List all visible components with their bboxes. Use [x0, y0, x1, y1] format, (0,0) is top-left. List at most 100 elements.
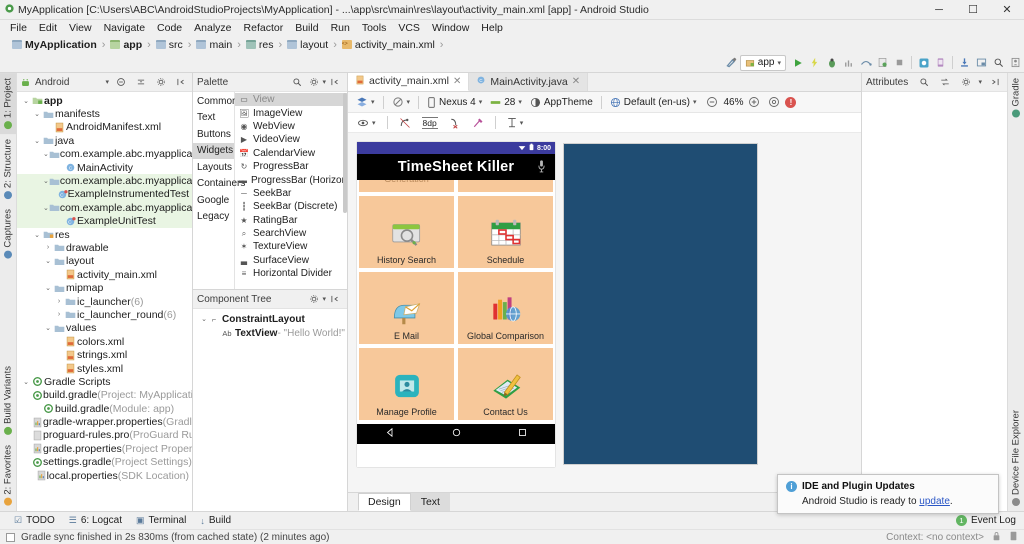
search-icon[interactable] [990, 54, 1007, 71]
tree-node-gradle-wrapper-properties[interactable]: gradle-wrapper.properties (Gradle Ver [17, 415, 192, 428]
tree-node-ic-launcher-round[interactable]: › ic_launcher_round (6) [17, 308, 192, 321]
tool-tab-2--favorites[interactable]: 2: Favorites [0, 440, 16, 511]
apply-changes-icon[interactable] [806, 54, 823, 71]
breadcrumb-item-app[interactable]: app [110, 39, 142, 51]
tree-node-styles-xml[interactable]: styles.xml [17, 362, 192, 375]
chevron-down-icon[interactable]: ⌄ [32, 231, 42, 239]
device-selector[interactable]: Nexus 4 ▾ [424, 96, 485, 109]
run-icon[interactable] [789, 54, 806, 71]
search-icon[interactable] [915, 74, 932, 91]
palette-item-seekbar--discrete-[interactable]: ┇ SeekBar (Discrete) [235, 200, 347, 213]
tree-node-colors-xml[interactable]: colors.xml [17, 335, 192, 348]
editor-tab-mainactivity-java[interactable]: C MainActivity.java ✕ [469, 72, 589, 91]
close-button[interactable]: ✕ [990, 0, 1024, 20]
theme-selector[interactable]: AppTheme [527, 96, 596, 109]
palette-item-surfaceview[interactable]: ▃ SurfaceView [235, 254, 347, 267]
tool-window-terminal[interactable]: ▣ Terminal [136, 515, 186, 526]
tree-node-mipmap[interactable]: ⌄ mipmap [17, 281, 192, 294]
palette-item-view[interactable]: ▭ View [235, 93, 347, 107]
profile-icon[interactable] [840, 54, 857, 71]
autoconnect-icon[interactable] [396, 116, 414, 130]
close-icon[interactable]: ✕ [453, 76, 461, 87]
tree-node-gradle-scripts[interactable]: ⌄ Gradle Scripts [17, 375, 192, 388]
breadcrumb-item-myapplication[interactable]: MyApplication [12, 39, 97, 51]
tree-node-local-properties[interactable]: local.properties (SDK Location) [17, 469, 192, 482]
palette-item-horizontal-divider[interactable]: ≡ Horizontal Divider [235, 267, 347, 280]
component-tree-row-constraintlayout[interactable]: ⌄ ⌐ ConstraintLayout [193, 312, 347, 326]
palette-item-textureview[interactable]: ✶ TextureView [235, 240, 347, 253]
palette-item-progressbar--horizon--[interactable]: ▬ ProgressBar (Horizon.. [235, 173, 347, 186]
sync-gradle-icon[interactable] [956, 54, 973, 71]
attach-debugger-icon[interactable] [857, 54, 874, 71]
project-view-selector[interactable]: Android [20, 77, 102, 88]
locale-selector[interactable]: Default (en-us) ▾ [607, 96, 700, 109]
preview-tile-generation[interactable]: Generation [359, 180, 454, 192]
breadcrumb-item-layout[interactable]: layout [287, 39, 328, 51]
collapse-all-icon[interactable] [112, 74, 129, 91]
run-configuration-selector[interactable]: app ▾ [739, 54, 786, 71]
breadcrumb-item-res[interactable]: res [245, 39, 273, 51]
preview-tile-global-comparison[interactable]: Global Comparison [458, 272, 553, 344]
chevron-down-icon[interactable]: ⌄ [43, 257, 53, 265]
palette-category-common[interactable]: Common [193, 93, 238, 110]
tree-node-java[interactable]: ⌄ java [17, 134, 192, 147]
preview-tile-schedule[interactable]: Schedule [458, 196, 553, 268]
layout-inspector-icon[interactable] [973, 54, 990, 71]
tree-node-manifests[interactable]: ⌄ manifests [17, 107, 192, 120]
expand-icon[interactable] [132, 74, 149, 91]
event-log-button[interactable]: 1 Event Log [955, 515, 1024, 526]
chevron-down-icon[interactable]: ⌄ [32, 110, 42, 118]
tool-window-6--logcat[interactable]: ☰ 6: Logcat [69, 515, 122, 526]
toggle-view-icon[interactable] [936, 74, 953, 91]
notification-popup[interactable]: i IDE and Plugin Updates Android Studio … [777, 474, 999, 514]
menu-item-edit[interactable]: Edit [33, 22, 63, 34]
update-link[interactable]: update [919, 496, 950, 507]
tool-tab-device-file-explorer[interactable]: Device File Explorer [1008, 405, 1024, 511]
menu-item-window[interactable]: Window [426, 22, 475, 34]
tool-tab-2--structure[interactable]: 2: Structure [0, 134, 16, 204]
component-tree-row-textview[interactable]: Ab TextView - "Hello World!" [193, 326, 347, 340]
tool-tab-gradle[interactable]: Gradle [1008, 73, 1024, 123]
zoom-in-button[interactable] [745, 95, 763, 109]
stop-icon[interactable] [891, 54, 908, 71]
clear-constraints-icon[interactable] [446, 116, 464, 130]
tool-tab-build-variants[interactable]: Build Variants [0, 361, 16, 440]
preview-tile-history-search[interactable]: History Search [359, 196, 454, 268]
sdk-manager-icon[interactable] [915, 54, 932, 71]
palette-category-legacy[interactable]: Legacy [193, 209, 234, 226]
chevron-down-icon[interactable]: ⌄ [43, 324, 53, 332]
palette-item-seekbar[interactable]: ─ SeekBar [235, 187, 347, 200]
settings-gear-icon[interactable] [305, 74, 322, 91]
chevron-down-icon[interactable]: ⌄ [21, 378, 31, 386]
menu-item-analyze[interactable]: Analyze [188, 22, 237, 34]
breadcrumb-item-main[interactable]: main [196, 39, 232, 51]
chevron-down-icon[interactable]: ⌄ [199, 315, 209, 323]
tree-node-androidmanifest-xml[interactable]: AndroidManifest.xml [17, 121, 192, 134]
tree-node-values[interactable]: ⌄ values [17, 322, 192, 335]
debug-icon[interactable] [823, 54, 840, 71]
palette-category-text[interactable]: Text [193, 110, 234, 127]
maximize-button[interactable]: ☐ [956, 0, 990, 20]
tree-node-com-example-abc-myapplication[interactable]: ⌄com.example.abc.myapplication (t [17, 201, 192, 215]
palette-item-progressbar[interactable]: ↻ ProgressBar [235, 160, 347, 173]
hide-icon[interactable] [326, 74, 343, 91]
collapse-icon[interactable] [986, 74, 1003, 91]
palette-category-buttons[interactable]: Buttons [193, 126, 234, 143]
menu-item-tools[interactable]: Tools [356, 22, 393, 34]
tree-node-exampleunittest[interactable]: C ExampleUnitTest [17, 214, 192, 228]
editor-tab-activity-main-xml[interactable]: activity_main.xml ✕ [348, 72, 470, 91]
settings-gear-icon[interactable] [305, 291, 322, 308]
chevron-down-icon[interactable]: ▾ [105, 78, 109, 86]
chevron-down-icon[interactable]: ⌄ [32, 137, 42, 145]
preview-tile-clipped[interactable] [458, 180, 553, 192]
hide-icon[interactable] [172, 74, 189, 91]
default-margin-selector[interactable]: 8dp [419, 116, 441, 130]
profiler-icon[interactable] [1007, 54, 1024, 71]
menu-item-file[interactable]: File [4, 22, 33, 34]
palette-item-ratingbar[interactable]: ★ RatingBar [235, 214, 347, 227]
menu-item-run[interactable]: Run [325, 22, 356, 34]
search-icon[interactable] [288, 74, 305, 91]
hide-icon[interactable] [326, 291, 343, 308]
palette-item-videoview[interactable]: ▶ VideoView [235, 133, 347, 146]
chevron-right-icon[interactable]: › [54, 311, 64, 318]
